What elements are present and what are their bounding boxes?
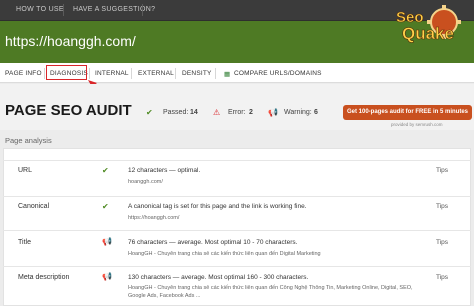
tips-link[interactable]: Tips [436, 167, 448, 174]
row-detail: HoangGH - Chuyên trang chia sẻ các kiến … [128, 251, 321, 257]
row-detail: https://hoanggh.com/ [128, 215, 180, 221]
diagnosis-highlight-box [46, 65, 87, 80]
warning-count: 6 [314, 109, 318, 116]
tab-divider [44, 68, 45, 79]
provided-by-text: provided by semrush.com [391, 122, 443, 127]
tips-link[interactable]: Tips [436, 274, 448, 281]
seoquake-logo: Seo Quake [396, 5, 461, 43]
passed-label: Passed: [163, 109, 189, 116]
how-to-use-link[interactable]: HOW TO USE [16, 6, 64, 13]
row-label: Meta description [18, 274, 70, 281]
tab-divider [131, 68, 132, 79]
row-detail: hoanggh.com/ [128, 179, 163, 185]
check-icon: ✔ [146, 108, 153, 117]
table-row: Canonical ✔ A canonical tag is set for t… [3, 196, 471, 230]
free-audit-button[interactable]: Get 100-pages audit for FREE in 5 minute… [343, 105, 472, 120]
row-detail: HoangGH - Chuyên trang chia sẻ các kiến … [128, 285, 413, 299]
table-row: URL ✔ 12 characters — optimal. hoanggh.c… [3, 160, 471, 196]
tab-compare-urls[interactable]: COMPARE URLS/DOMAINS [234, 70, 322, 77]
bar-chart-icon: ▦ [224, 71, 231, 78]
tab-divider [215, 68, 216, 79]
section-heading: Page analysis [5, 136, 52, 145]
logo-text-bottom: Quake [402, 24, 454, 43]
divider [142, 4, 143, 16]
table-row: Meta description 📢 130 characters — aver… [3, 266, 471, 306]
tab-external[interactable]: EXTERNAL [138, 70, 174, 77]
page-title: PAGE SEO AUDIT [5, 102, 132, 119]
row-result: A canonical tag is set for this page and… [128, 203, 307, 210]
tab-divider [175, 68, 176, 79]
row-result: 12 characters — optimal. [128, 167, 201, 174]
error-label: Error: [228, 109, 246, 116]
divider [63, 4, 64, 16]
page-url: https://hoanggh.com/ [5, 33, 136, 49]
table-row: Title 📢 76 characters — average. Most op… [3, 230, 471, 266]
check-icon: ✔ [102, 166, 109, 175]
megaphone-icon: 📢 [102, 272, 112, 281]
row-label: Canonical [18, 203, 50, 210]
tab-density[interactable]: DENSITY [182, 70, 212, 77]
row-result: 130 characters — average. Most optimal 1… [128, 274, 309, 281]
passed-count: 14 [190, 109, 198, 116]
error-count: 2 [249, 109, 253, 116]
row-label: URL [18, 167, 33, 174]
error-icon: ⚠ [213, 108, 221, 117]
megaphone-icon: 📢 [268, 108, 278, 117]
tab-page-info[interactable]: PAGE INFO [5, 70, 42, 77]
tips-link[interactable]: Tips [436, 239, 448, 246]
tips-link[interactable]: Tips [436, 203, 448, 210]
warning-label: Warning: [284, 109, 312, 116]
tab-divider [89, 68, 90, 79]
tab-internal[interactable]: INTERNAL [95, 70, 129, 77]
row-label: Title [18, 239, 31, 246]
megaphone-icon: 📢 [102, 237, 112, 246]
row-result: 76 characters — average. Most optimal 10… [128, 239, 298, 246]
check-icon: ✔ [102, 202, 109, 211]
